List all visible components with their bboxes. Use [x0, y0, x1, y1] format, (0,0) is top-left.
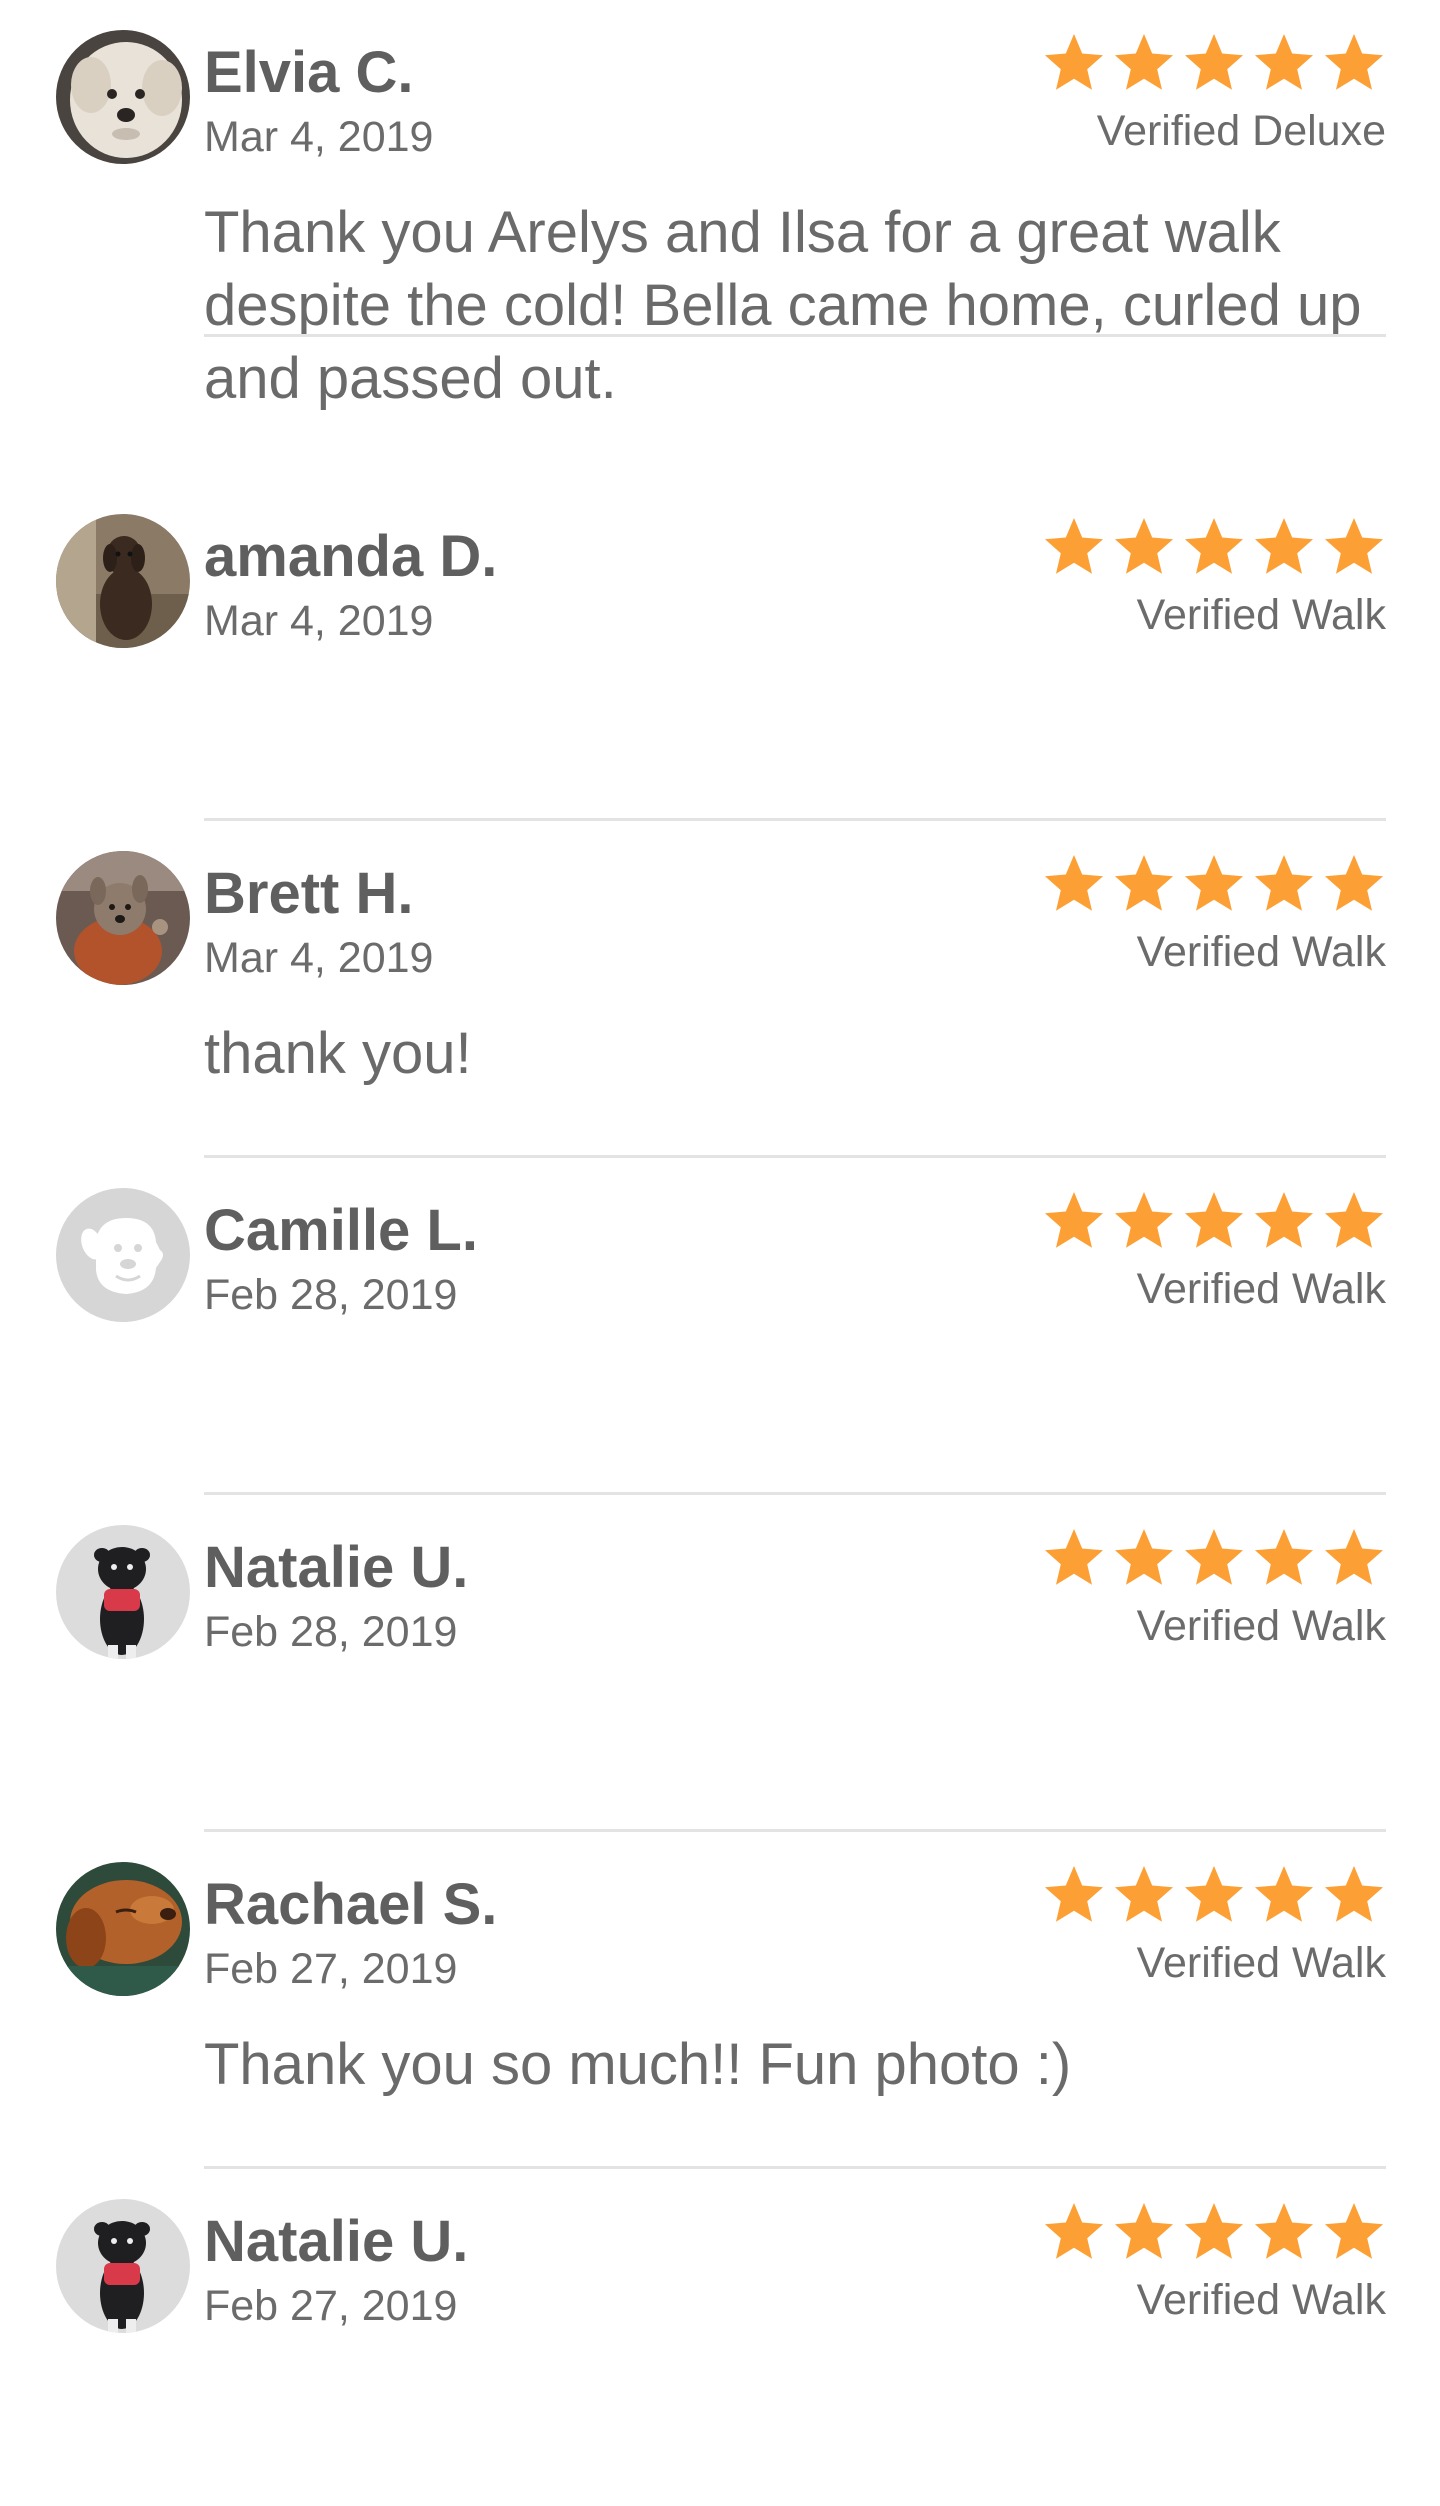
- terrier-sweater-photo-icon: [56, 851, 190, 985]
- star-icon: [1322, 516, 1386, 576]
- reviewer-name: Natalie U.: [204, 2209, 469, 2274]
- reviewer-name: Brett H.: [204, 861, 414, 926]
- star-icon: [1042, 32, 1106, 92]
- review-date: Feb 27, 2019: [204, 2282, 458, 2330]
- review-item: Elvia C. Mar 4, 2019 Verified Deluxe Tha…: [0, 0, 1440, 411]
- review-text: Thank you Arelys and Ilsa for a great wa…: [204, 200, 1362, 411]
- star-icon: [1112, 1190, 1176, 1250]
- star-icon: [1322, 32, 1386, 92]
- review-date: Mar 4, 2019: [204, 113, 434, 161]
- review-item: Natalie U. Feb 27, 2019 Verified Walk: [0, 2169, 1440, 2506]
- star-icon: [1252, 2201, 1316, 2261]
- avatar[interactable]: [56, 30, 190, 164]
- star-icon: [1042, 1527, 1106, 1587]
- star-icon: [1042, 853, 1106, 913]
- star-icon: [1112, 853, 1176, 913]
- chocolate-lab-photo-icon: [56, 514, 190, 648]
- review-item: Brett H. Mar 4, 2019 Verified Walk thank…: [0, 821, 1440, 1158]
- review-item: Rachael S. Feb 27, 2019 Verified Walk Th…: [0, 1832, 1440, 2169]
- avatar[interactable]: [56, 1525, 190, 1659]
- star-rating: [1042, 1527, 1386, 1587]
- reviewer-name: Rachael S.: [204, 1872, 498, 1937]
- avatar[interactable]: [56, 1862, 190, 1996]
- star-icon: [1112, 1527, 1176, 1587]
- divider: [204, 334, 1386, 337]
- star-rating: [1042, 2201, 1386, 2261]
- review-date: Mar 4, 2019: [204, 597, 434, 645]
- star-icon: [1112, 32, 1176, 92]
- verified-badge: Verified Deluxe: [1096, 107, 1386, 155]
- reviewer-name: Camille L.: [204, 1198, 478, 1263]
- star-icon: [1322, 1864, 1386, 1924]
- star-icon: [1182, 1527, 1246, 1587]
- star-rating: [1042, 853, 1386, 913]
- star-icon: [1182, 516, 1246, 576]
- star-rating: [1042, 1190, 1386, 1250]
- avatar[interactable]: [56, 2199, 190, 2333]
- star-icon: [1042, 516, 1106, 576]
- poodle-photo-icon: [56, 30, 190, 164]
- star-icon: [1252, 1864, 1316, 1924]
- brown-dog-photo-icon: [56, 1862, 190, 1996]
- review-list: Elvia C. Mar 4, 2019 Verified Deluxe Tha…: [0, 0, 1440, 2340]
- reviewer-name: Elvia C.: [204, 40, 414, 105]
- star-icon: [1042, 1190, 1106, 1250]
- reviewer-name: amanda D.: [204, 524, 498, 589]
- avatar[interactable]: [56, 1188, 190, 1322]
- star-icon: [1252, 1527, 1316, 1587]
- star-icon: [1112, 1864, 1176, 1924]
- review-item: Camille L. Feb 28, 2019 Verified Walk: [0, 1158, 1440, 1495]
- star-icon: [1112, 2201, 1176, 2261]
- review-text: Thank you so much!! Fun photo :): [204, 2032, 1072, 2097]
- default-dog-icon: [56, 1188, 190, 1322]
- avatar[interactable]: [56, 514, 190, 648]
- review-item: amanda D. Mar 4, 2019 Verified Walk: [0, 484, 1440, 821]
- star-icon: [1182, 32, 1246, 92]
- star-rating: [1042, 32, 1386, 92]
- verified-badge: Verified Walk: [1136, 1939, 1386, 1987]
- star-icon: [1252, 516, 1316, 576]
- star-icon: [1182, 1864, 1246, 1924]
- star-icon: [1252, 853, 1316, 913]
- review-text: thank you!: [204, 1021, 472, 1086]
- star-icon: [1182, 853, 1246, 913]
- star-icon: [1042, 1864, 1106, 1924]
- pug-photo-icon: [56, 1525, 190, 1659]
- star-icon: [1182, 1190, 1246, 1250]
- review-date: Feb 27, 2019: [204, 1945, 458, 1993]
- star-icon: [1182, 2201, 1246, 2261]
- star-icon: [1042, 2201, 1106, 2261]
- review-date: Mar 4, 2019: [204, 934, 434, 982]
- review-date: Feb 28, 2019: [204, 1608, 458, 1656]
- star-icon: [1252, 1190, 1316, 1250]
- verified-badge: Verified Walk: [1136, 2276, 1386, 2324]
- star-icon: [1322, 1190, 1386, 1250]
- verified-badge: Verified Walk: [1136, 1265, 1386, 1313]
- pug-photo-icon: [56, 2199, 190, 2333]
- review-item: Natalie U. Feb 28, 2019 Verified Walk: [0, 1495, 1440, 1832]
- star-rating: [1042, 516, 1386, 576]
- verified-badge: Verified Walk: [1136, 591, 1386, 639]
- star-icon: [1322, 1527, 1386, 1587]
- star-icon: [1322, 853, 1386, 913]
- verified-badge: Verified Walk: [1136, 928, 1386, 976]
- review-date: Feb 28, 2019: [204, 1271, 458, 1319]
- star-rating: [1042, 1864, 1386, 1924]
- avatar[interactable]: [56, 851, 190, 985]
- star-icon: [1252, 32, 1316, 92]
- verified-badge: Verified Walk: [1136, 1602, 1386, 1650]
- star-icon: [1322, 2201, 1386, 2261]
- star-icon: [1112, 516, 1176, 576]
- reviewer-name: Natalie U.: [204, 1535, 469, 1600]
